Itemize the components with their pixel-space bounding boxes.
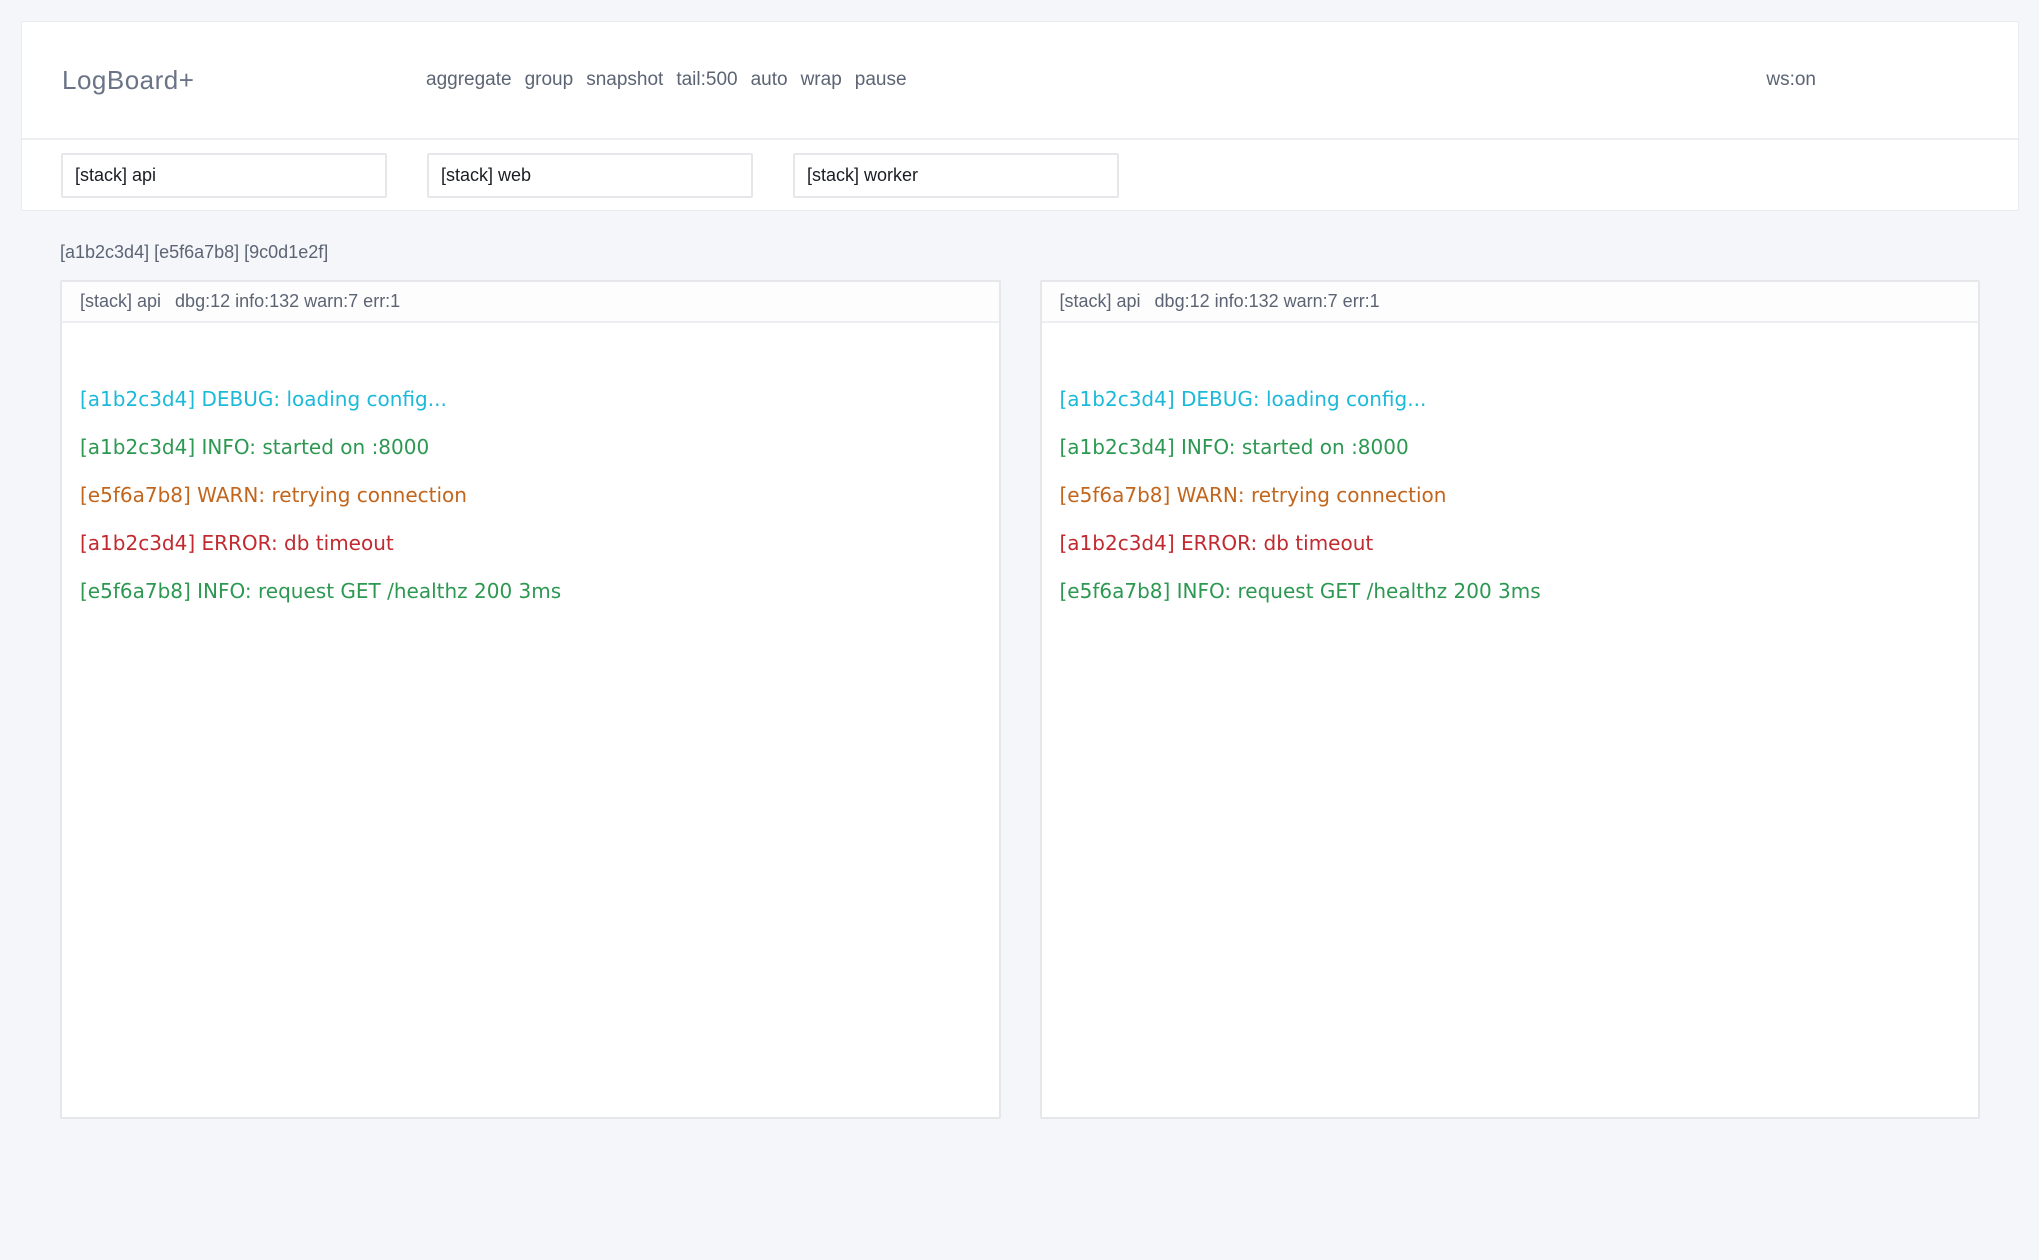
brand-wrap: LogBoard+ [62, 65, 426, 96]
log-line: [a1b2c3d4] ERROR: db timeout [80, 519, 981, 567]
panel-level-counts: dbg:12 info:132 warn:7 err:1 [1155, 291, 1380, 312]
trace-id-list: [a1b2c3d4] [e5f6a7b8] [9c0d1e2f] [60, 241, 1980, 263]
toolbar-item-aggregate[interactable]: aggregate [426, 69, 512, 91]
toolbar-item-tail[interactable]: tail:500 [676, 69, 737, 91]
panel-title: [stack] api [1060, 291, 1141, 312]
stream-filters-row [22, 138, 2018, 210]
stream-input-web[interactable] [427, 153, 753, 198]
log-panel-header: [stack] api dbg:12 info:132 warn:7 err:1 [62, 282, 999, 323]
log-line: [a1b2c3d4] DEBUG: loading config... [1060, 375, 1961, 423]
websocket-status: ws:on [1766, 69, 1816, 91]
log-panel-left: [stack] api dbg:12 info:132 warn:7 err:1… [60, 280, 1001, 1119]
log-stream[interactable]: [a1b2c3d4] DEBUG: loading config... [a1b… [1042, 323, 1979, 1117]
log-line: [e5f6a7b8] INFO: request GET /healthz 20… [80, 567, 981, 615]
toolbar-item-pause[interactable]: pause [855, 69, 907, 91]
app-header: LogBoard+ aggregate group snapshot tail:… [22, 22, 2018, 138]
log-panel-header: [stack] api dbg:12 info:132 warn:7 err:1 [1042, 282, 1979, 323]
stream-input-api[interactable] [61, 153, 387, 198]
stream-input-worker[interactable] [793, 153, 1119, 198]
log-panel-right: [stack] api dbg:12 info:132 warn:7 err:1… [1040, 280, 1981, 1119]
log-line: [e5f6a7b8] WARN: retrying connection [1060, 471, 1961, 519]
toolbar: aggregate group snapshot tail:500 auto w… [426, 69, 907, 91]
panel-title: [stack] api [80, 291, 161, 312]
log-panels: [stack] api dbg:12 info:132 warn:7 err:1… [60, 280, 1980, 1119]
main-content: [a1b2c3d4] [e5f6a7b8] [9c0d1e2f] [stack]… [60, 241, 1980, 1119]
log-stream[interactable]: [a1b2c3d4] DEBUG: loading config... [a1b… [62, 323, 999, 1117]
top-card: LogBoard+ aggregate group snapshot tail:… [21, 21, 2019, 211]
log-line: [a1b2c3d4] INFO: started on :8000 [1060, 423, 1961, 471]
panel-level-counts: dbg:12 info:132 warn:7 err:1 [175, 291, 400, 312]
toolbar-item-wrap[interactable]: wrap [801, 69, 842, 91]
log-line: [a1b2c3d4] ERROR: db timeout [1060, 519, 1961, 567]
toolbar-item-auto[interactable]: auto [751, 69, 788, 91]
log-line: [a1b2c3d4] DEBUG: loading config... [80, 375, 981, 423]
app-title: LogBoard+ [62, 65, 194, 95]
toolbar-item-snapshot[interactable]: snapshot [586, 69, 663, 91]
toolbar-item-group[interactable]: group [525, 69, 574, 91]
log-line: [e5f6a7b8] INFO: request GET /healthz 20… [1060, 567, 1961, 615]
log-line: [a1b2c3d4] INFO: started on :8000 [80, 423, 981, 471]
log-line: [e5f6a7b8] WARN: retrying connection [80, 471, 981, 519]
